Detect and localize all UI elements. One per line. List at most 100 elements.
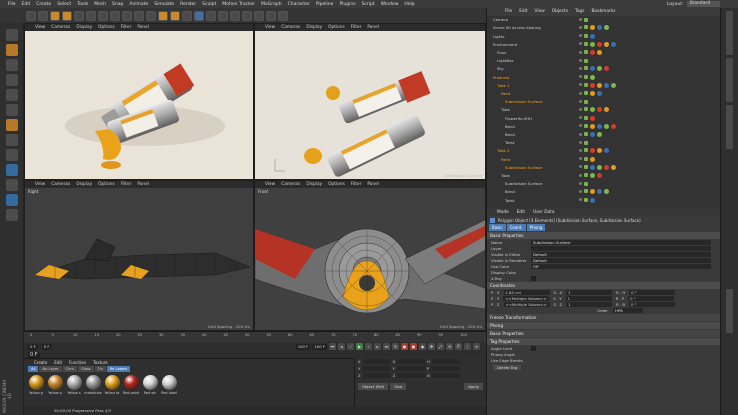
filter-re-labels[interactable]: Re Labels xyxy=(106,366,131,372)
material-tag-icon[interactable] xyxy=(604,66,609,72)
current-frame-field[interactable]: 0 F xyxy=(28,343,38,350)
material-swatch[interactable]: Red label xyxy=(161,375,177,395)
enabled-check-icon[interactable] xyxy=(584,91,588,96)
coord-rb-input[interactable]: 0 ° xyxy=(629,301,676,307)
enabled-check-icon[interactable] xyxy=(584,164,588,169)
object-row[interactable]: Tube 2 xyxy=(487,148,721,154)
field-use-color-select[interactable]: Off xyxy=(531,263,711,269)
material-tag-icon[interactable] xyxy=(597,107,602,113)
deformer-icon[interactable] xyxy=(242,10,252,21)
material-tag-icon[interactable] xyxy=(597,66,602,72)
cm-h-input[interactable] xyxy=(432,359,461,364)
visibility-dot-icon[interactable] xyxy=(579,189,582,193)
vp-menu-panel[interactable]: Panel xyxy=(367,182,379,187)
menu-window[interactable]: Window xyxy=(381,2,399,7)
next-frame-icon[interactable]: › xyxy=(365,343,372,350)
filter-tin[interactable]: Tin xyxy=(94,366,106,372)
mat-menu-create[interactable]: Create xyxy=(34,360,47,365)
visibility-dot-icon[interactable] xyxy=(579,42,582,46)
vp-menu-cameras[interactable]: Cameras xyxy=(281,182,300,187)
material-tag-icon[interactable] xyxy=(590,148,595,154)
material-tag-icon[interactable] xyxy=(604,148,609,154)
menu-help[interactable]: Help xyxy=(404,2,414,7)
field-visible-renderer-select[interactable]: Default xyxy=(531,257,711,263)
visibility-dot-icon[interactable] xyxy=(579,66,582,70)
visibility-dot-icon[interactable] xyxy=(579,124,582,128)
material-swatch[interactable]: Yellow g xyxy=(28,375,44,395)
vp-menu-view[interactable]: View xyxy=(265,25,275,30)
material-tag-icon[interactable] xyxy=(590,173,595,179)
layout-select[interactable]: Standard xyxy=(686,1,720,7)
object-row[interactable]: Environment xyxy=(487,41,721,48)
menu-file[interactable]: File xyxy=(8,2,16,7)
material-tag-icon[interactable] xyxy=(590,41,595,47)
object-row[interactable]: Twist xyxy=(487,197,721,203)
viewport-perspective[interactable]: View Cameras Display Options Filter Pane… xyxy=(24,23,254,180)
material-tag-icon[interactable] xyxy=(604,123,609,129)
coord-sx-input[interactable]: 1 xyxy=(566,289,613,295)
vp-menu-options[interactable]: Options xyxy=(328,25,345,30)
material-tag-icon[interactable] xyxy=(604,82,609,88)
material-tag-icon[interactable] xyxy=(590,197,595,203)
material-tag-icon[interactable] xyxy=(590,156,595,162)
redo-icon[interactable] xyxy=(38,10,48,21)
object-row[interactable]: Floor xyxy=(487,50,721,56)
enabled-check-icon[interactable] xyxy=(584,132,588,137)
material-tag-icon[interactable] xyxy=(590,25,595,31)
material-tag-icon[interactable] xyxy=(611,82,616,88)
cm-pz-input[interactable] xyxy=(362,373,391,378)
field-layer-input[interactable] xyxy=(531,245,711,251)
menu-animate[interactable]: Animate xyxy=(129,2,148,7)
cube-icon[interactable] xyxy=(194,10,204,21)
move-icon[interactable] xyxy=(62,10,72,21)
object-row[interactable]: Bend xyxy=(487,189,721,195)
enabled-check-icon[interactable] xyxy=(584,148,588,153)
record-icon[interactable]: ● xyxy=(401,343,408,350)
field-name-input[interactable]: Subdivision Surface xyxy=(531,239,711,245)
visibility-dot-icon[interactable] xyxy=(579,173,582,177)
enabled-check-icon[interactable] xyxy=(584,123,588,128)
object-row[interactable]: Flowerfix.HHH xyxy=(487,115,721,121)
vp-menu-options[interactable]: Options xyxy=(98,25,115,30)
vp-menu-filter[interactable]: Filter xyxy=(351,182,362,187)
rotation-key-icon[interactable]: ⟲ xyxy=(446,343,453,350)
enabled-check-icon[interactable] xyxy=(584,197,588,202)
object-row[interactable]: Subdivision Surface xyxy=(487,99,721,105)
visibility-dot-icon[interactable] xyxy=(579,116,582,120)
undo-icon[interactable] xyxy=(26,10,36,21)
material-tag-icon[interactable] xyxy=(590,107,595,113)
layers-tab[interactable] xyxy=(726,289,733,333)
scale-key-icon[interactable]: ⤢ xyxy=(437,343,444,350)
visibility-dot-icon[interactable] xyxy=(579,34,582,38)
material-tag-icon[interactable] xyxy=(590,33,595,39)
vp-menu-options[interactable]: Options xyxy=(98,182,115,187)
menu-script[interactable]: Script xyxy=(362,2,375,7)
axis-mode-icon[interactable] xyxy=(5,134,18,146)
rotate-icon[interactable] xyxy=(86,10,96,21)
visibility-dot-icon[interactable] xyxy=(579,132,582,136)
material-swatch[interactable]: Yellow p xyxy=(47,375,63,395)
om-menu-edit[interactable]: Edit xyxy=(519,9,527,16)
render-view-icon[interactable] xyxy=(158,10,168,21)
material-tag-icon[interactable] xyxy=(611,41,616,47)
visibility-dot-icon[interactable] xyxy=(579,91,582,95)
last-tool-icon[interactable] xyxy=(98,10,108,21)
array-icon[interactable] xyxy=(230,10,240,21)
material-tag-icon[interactable] xyxy=(611,123,616,129)
attr-menu-edit[interactable]: Edit xyxy=(517,210,525,215)
menu-edit[interactable]: Edit xyxy=(22,2,31,7)
coord-pz-input[interactable]: <<Multiple Values>> xyxy=(503,301,550,307)
quantize-icon[interactable] xyxy=(5,179,18,191)
make-editable-icon[interactable] xyxy=(5,29,18,41)
om-menu-objects[interactable]: Objects xyxy=(552,9,568,16)
material-tag-icon[interactable] xyxy=(597,41,602,47)
object-row[interactable]: Tube xyxy=(487,173,721,179)
tab-basic[interactable]: Basic xyxy=(489,224,506,231)
menu-tools[interactable]: Tools xyxy=(77,2,88,7)
tab-coord[interactable]: Coord. xyxy=(506,224,526,231)
material-tag-icon[interactable] xyxy=(597,82,602,88)
vp-menu-view[interactable]: View xyxy=(35,25,45,30)
content-browser-tab[interactable] xyxy=(726,58,733,102)
material-tag-icon[interactable] xyxy=(604,107,609,113)
phong-basic-properties[interactable]: Basic Properties xyxy=(487,330,720,337)
